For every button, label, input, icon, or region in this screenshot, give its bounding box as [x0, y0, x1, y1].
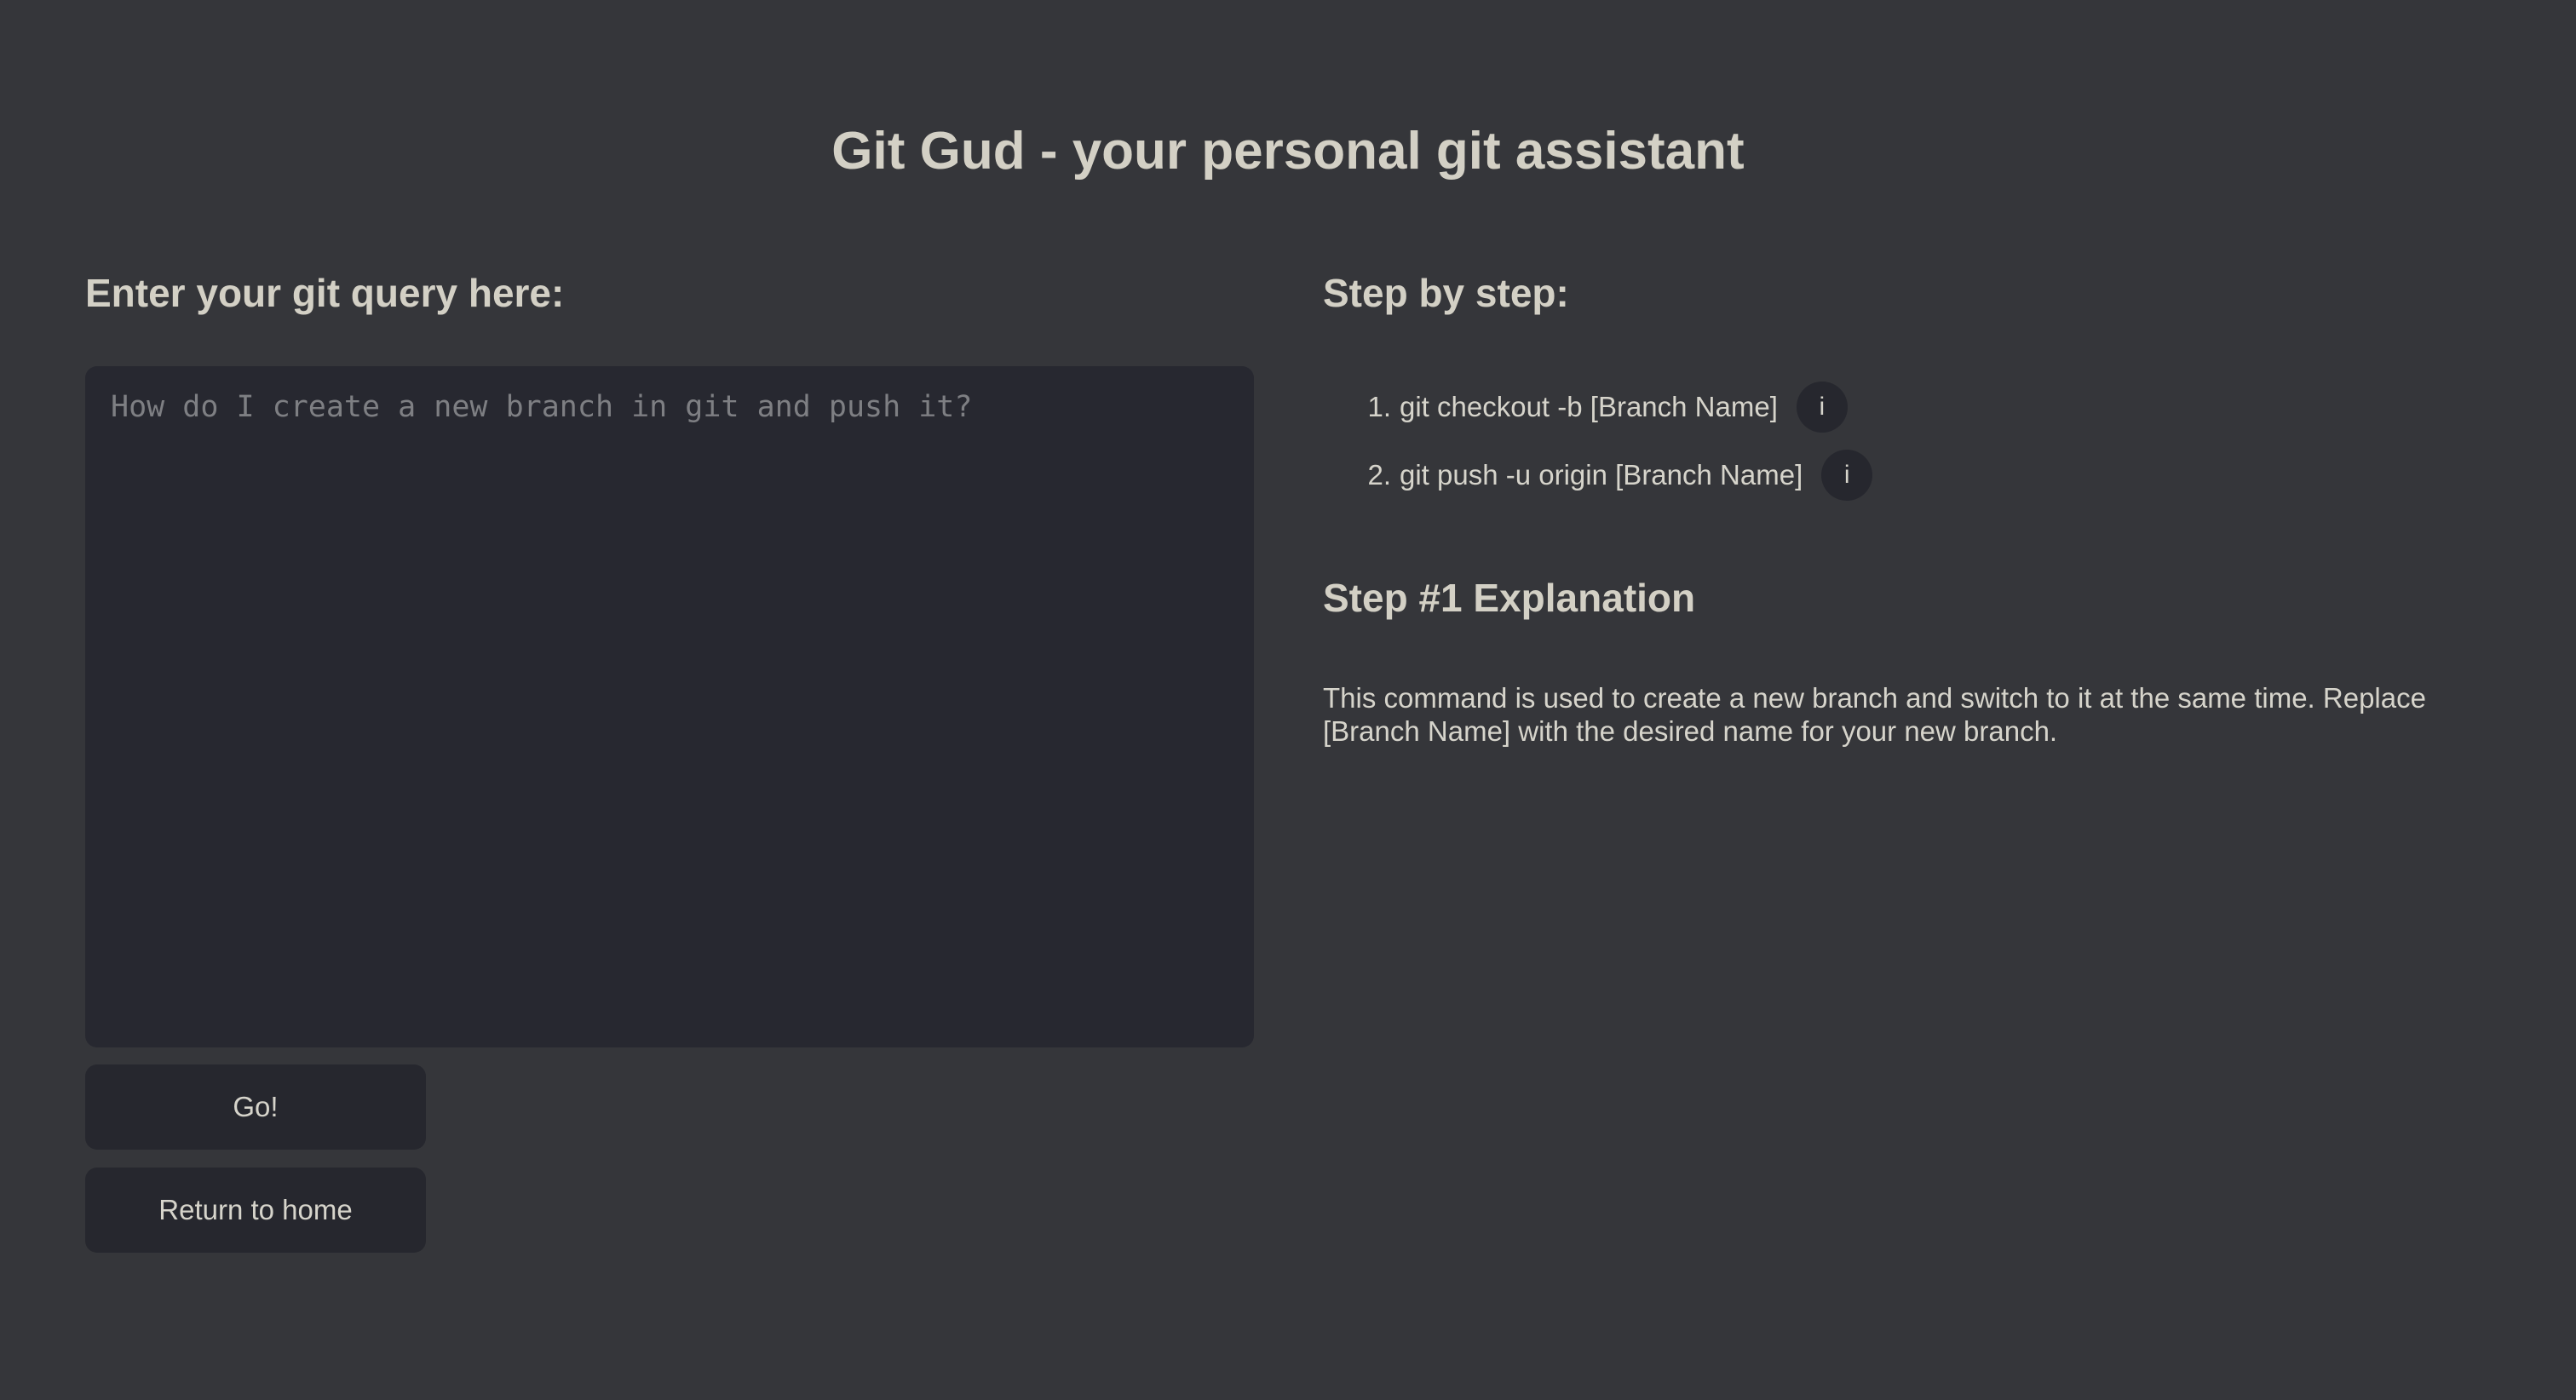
- query-heading: Enter your git query here:: [85, 271, 565, 315]
- step-info-button[interactable]: i: [1821, 450, 1873, 501]
- step-number: 2.: [1367, 459, 1391, 491]
- go-button[interactable]: Go!: [85, 1064, 426, 1150]
- query-input[interactable]: [85, 366, 1254, 1047]
- step-command: git checkout -b [Branch Name]: [1400, 391, 1778, 422]
- return-home-button[interactable]: Return to home: [85, 1168, 426, 1253]
- explanation-text: This command is used to create a new bra…: [1323, 682, 2426, 747]
- step-number: 1.: [1367, 391, 1391, 422]
- step-command: git push -u origin [Branch Name]: [1400, 459, 1803, 491]
- steps-list: 1. git checkout -b [Branch Name] i 2. gi…: [1323, 373, 1873, 509]
- steps-heading: Step by step:: [1323, 271, 1569, 315]
- step-item: 2. git push -u origin [Branch Name] i: [1323, 441, 1873, 509]
- step-info-button[interactable]: i: [1796, 382, 1848, 433]
- page-title: Git Gud - your personal git assistant: [831, 122, 1745, 181]
- step-item: 1. git checkout -b [Branch Name] i: [1323, 373, 1872, 441]
- explanation-heading: Step #1 Explanation: [1323, 576, 1696, 620]
